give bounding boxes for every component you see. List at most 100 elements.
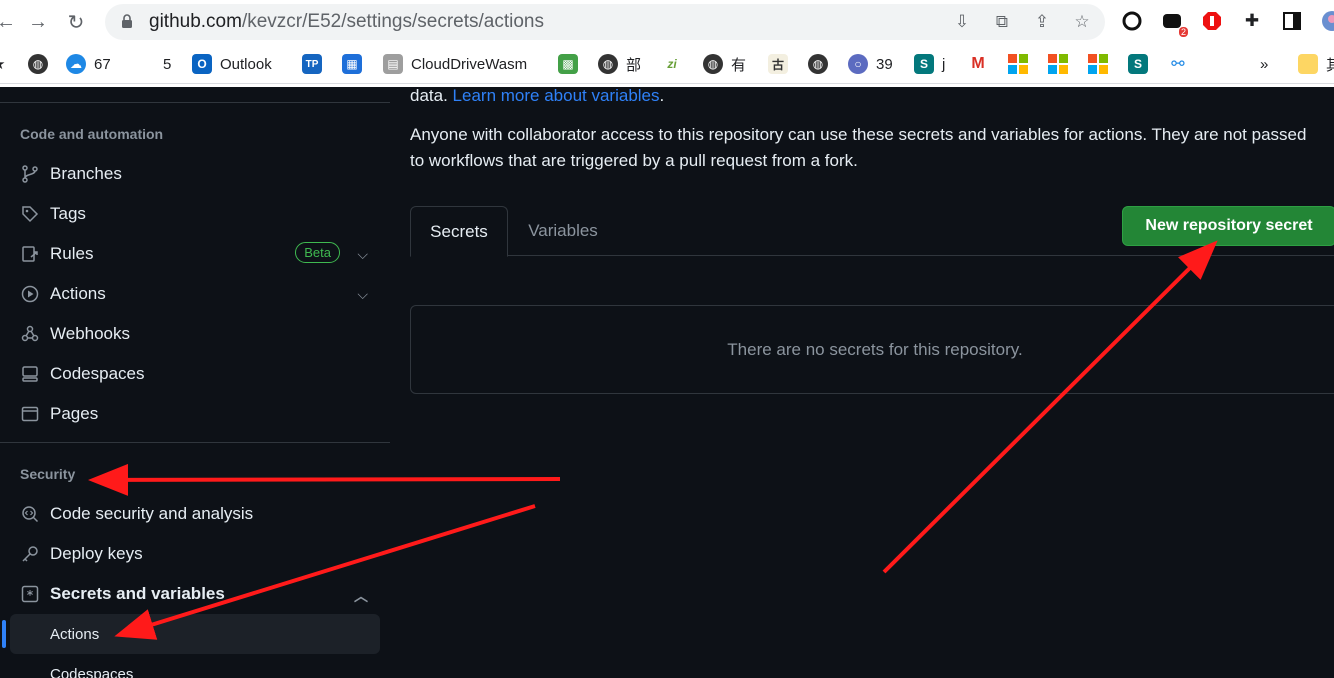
new-repository-secret-button[interactable]: New repository secret <box>1122 206 1334 246</box>
sidebar-item-label: Actions <box>50 284 106 303</box>
key-icon <box>20 544 40 564</box>
svg-text:*: * <box>27 588 34 602</box>
sidebar-item-branches[interactable]: Branches <box>10 155 380 193</box>
forward-icon[interactable]: → <box>24 8 52 36</box>
chevron-down-icon[interactable]: ⌵ <box>357 286 368 303</box>
globe-icon: ◍ <box>703 54 723 74</box>
access-description: Anyone with collaborator access to this … <box>410 125 1307 170</box>
bookmark-you[interactable]: ◍ 有 <box>703 52 746 76</box>
sidebar-item-actions[interactable]: Actions ⌵ <box>10 275 380 313</box>
empty-secrets-box: There are no secrets for this repository… <box>410 305 1334 394</box>
bookmark-microsoft-icon[interactable] <box>1088 52 1108 76</box>
sidebar-item-label: Webhooks <box>50 324 131 343</box>
bookmark-5[interactable]: 5 <box>163 52 171 76</box>
bookmark-globe-icon[interactable]: ◍ <box>28 52 48 76</box>
sidebar-subitem-actions[interactable]: Actions <box>10 614 380 654</box>
bookmark-link-icon[interactable]: ⚯ <box>1168 52 1188 76</box>
sidepanel-icon[interactable] <box>1280 9 1304 33</box>
learn-more-link[interactable]: Learn more about variables <box>453 86 660 105</box>
sidebar-item-code-security[interactable]: Code security and analysis <box>10 495 380 533</box>
reload-icon[interactable]: ↻ <box>62 8 90 36</box>
bookmarks-overflow[interactable]: » <box>1260 52 1268 76</box>
sidebar-item-codespaces[interactable]: Codespaces <box>10 355 380 393</box>
browser-toolbar: ← → ↻ github.com/kevzcr/E52/settings/sec… <box>0 0 1334 44</box>
bookmark-outlook[interactable]: O Outlook <box>192 52 272 76</box>
bookmark-zi[interactable]: zi <box>662 52 682 76</box>
sidebar-item-label: Code security and analysis <box>50 504 254 523</box>
bookmark-sharepoint-j[interactable]: Sj <box>914 52 945 76</box>
sidebar-subitem-label: Actions <box>50 625 100 643</box>
sidebar-subitem-codespaces[interactable]: Codespaces <box>10 654 380 678</box>
tab-variables[interactable]: Variables <box>508 206 618 256</box>
chevron-up-icon[interactable]: ︿ <box>354 586 368 606</box>
bookmark-star-icon[interactable]: ★ <box>0 52 5 76</box>
extension-adblock-icon[interactable] <box>1200 9 1224 33</box>
chevron-down-icon[interactable]: ⌵ <box>357 246 368 263</box>
sidebar-item-deploy-keys[interactable]: Deploy keys <box>10 535 380 573</box>
intro-suffix: . <box>659 86 665 105</box>
empty-message: There are no secrets for this repository… <box>727 339 1023 359</box>
back-icon[interactable]: ← <box>0 8 20 36</box>
sidebar-divider <box>0 442 390 443</box>
asterisk-box-icon: * <box>20 584 40 604</box>
zi-icon: zi <box>662 54 682 74</box>
address-bar[interactable]: github.com/kevzcr/E52/settings/secrets/a… <box>105 4 1105 40</box>
install-icon[interactable]: ⇩ <box>951 11 973 33</box>
bookmark-label: 5 <box>163 55 172 73</box>
bookmark-onedrive[interactable]: ☁ 67 <box>66 52 111 76</box>
bookmark-qr-icon[interactable]: ▩ <box>558 52 578 76</box>
bookmark-microsoft-icon[interactable] <box>1008 52 1028 76</box>
settings-sidebar: Code and automation Branches Tags Rules … <box>0 87 390 678</box>
bookmark-clouddrive[interactable]: ▤ CloudDriveWasm <box>383 52 527 76</box>
lock-icon <box>122 14 132 28</box>
bookmark-gu[interactable]: 古 <box>768 52 788 76</box>
bookmark-bu[interactable]: ◍ 部 <box>598 52 641 76</box>
bookmark-microsoft-icon[interactable] <box>1048 52 1068 76</box>
sidebar-item-tags[interactable]: Tags <box>10 195 380 233</box>
share-icon[interactable]: ⇪ <box>1031 11 1053 33</box>
bookmark-globe-2[interactable]: ◍ <box>808 52 828 76</box>
circle-icon: ○ <box>848 54 868 74</box>
extensions-puzzle-icon[interactable]: ✚ <box>1240 9 1264 33</box>
play-circle-icon <box>20 284 40 304</box>
tab-secrets[interactable]: Secrets <box>410 206 508 257</box>
bookmark-tp[interactable]: TP <box>302 52 322 76</box>
browser-chrome: ← → ↻ github.com/kevzcr/E52/settings/sec… <box>0 0 1334 87</box>
tag-icon <box>20 204 40 224</box>
sidebar-item-rules[interactable]: Rules Beta ⌵ <box>10 235 380 273</box>
sidebar-item-label: Rules <box>50 244 94 263</box>
document-icon: ▤ <box>383 54 403 74</box>
codespaces-icon <box>20 364 40 384</box>
bookmark-folder-other[interactable]: 其 <box>1298 52 1334 76</box>
active-indicator <box>2 620 6 648</box>
bookmark-gmail-icon[interactable]: M <box>968 52 988 76</box>
extension-circle-icon[interactable] <box>1120 9 1144 33</box>
translate-icon[interactable]: ⧉ <box>991 11 1013 33</box>
sidebar-item-label: Codespaces <box>50 364 145 383</box>
branch-icon <box>20 164 40 184</box>
browser-window-icon <box>20 404 40 424</box>
sidebar-item-label: Pages <box>50 404 99 423</box>
bookmark-39[interactable]: ○ 39 <box>848 52 893 76</box>
globe-icon: ◍ <box>598 54 618 74</box>
profile-avatar-icon[interactable] <box>1320 9 1334 33</box>
section-title-code-automation: Code and automation <box>20 126 164 142</box>
bookmark-label: 有 <box>731 56 747 74</box>
intro-prefix: data. <box>410 86 448 105</box>
codescan-icon <box>20 504 40 524</box>
extension-discord-icon[interactable]: 2 <box>1160 9 1188 37</box>
bookmark-sharepoint-icon[interactable]: S <box>1128 52 1148 76</box>
bookmark-label: j <box>942 55 946 73</box>
sidebar-subitem-label: Codespaces <box>50 665 134 678</box>
onedrive-icon: ☁ <box>66 54 86 74</box>
sharepoint-icon: S <box>914 54 934 74</box>
bookmarks-bar: ★ ◍ ☁67 5 OOutlook TP ▦ ▤CloudDriveWasm … <box>0 44 1334 84</box>
sidebar-item-secrets-variables[interactable]: * Secrets and variables ︿ <box>10 575 380 613</box>
bookmark-grid-icon[interactable]: ▦ <box>342 52 362 76</box>
sidebar-item-pages[interactable]: Pages <box>10 395 380 433</box>
sidebar-item-label: Deploy keys <box>50 544 143 563</box>
sidebar-item-webhooks[interactable]: Webhooks <box>10 315 380 353</box>
bookmark-star-icon[interactable]: ☆ <box>1071 11 1093 33</box>
intro-text: data. Learn more about variables. <box>410 83 664 109</box>
bookmark-label: 部 <box>626 56 642 74</box>
